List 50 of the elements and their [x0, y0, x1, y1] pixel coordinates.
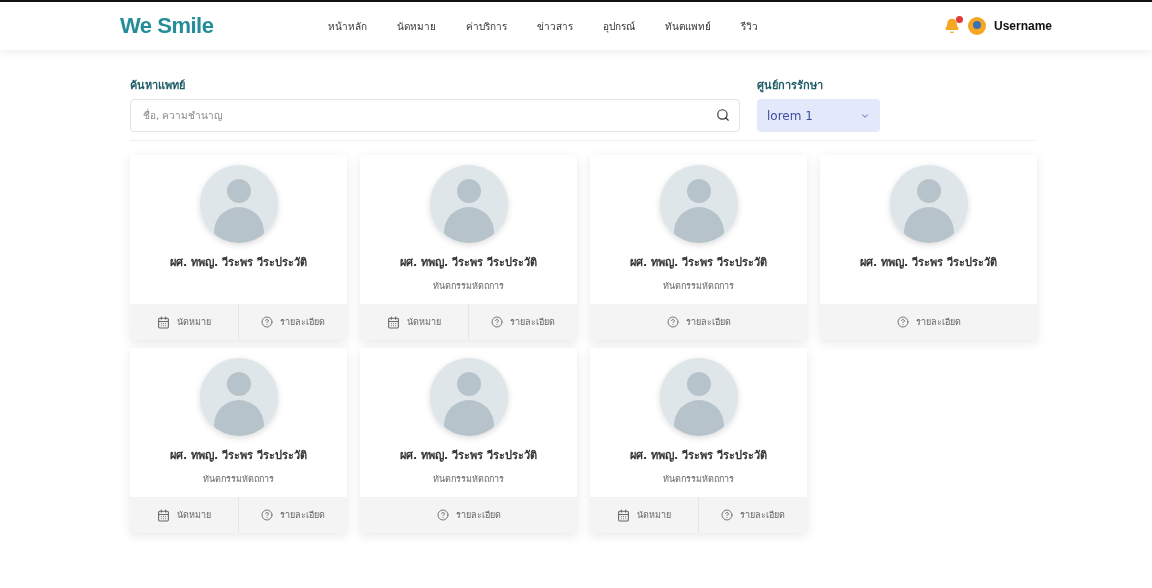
search-icon[interactable]: [716, 108, 730, 122]
center-label: ศูนย์การรักษา: [757, 78, 824, 94]
center-select[interactable]: lorem 1: [757, 99, 880, 132]
doctor-name: ผศ. ทพญ. วีระพร วีระประวัติ: [400, 255, 537, 271]
details-button[interactable]: รายละเอียด: [238, 304, 347, 340]
nav-link[interactable]: ข่าวสาร: [537, 18, 573, 34]
details-button[interactable]: รายละเอียด: [590, 304, 807, 340]
nav-link[interactable]: นัดหมาย: [397, 18, 436, 34]
details-button[interactable]: รายละเอียด: [698, 497, 807, 533]
help-icon: [666, 316, 679, 328]
notification-bell-icon[interactable]: [943, 18, 960, 34]
nav-link[interactable]: ทันตแพทย์: [665, 18, 711, 34]
doctor-specialty: ทันตกรรมหัตถการ: [433, 280, 504, 293]
calendar-icon: [617, 508, 630, 522]
search-label: ค้นหาแพทย์: [130, 78, 186, 94]
doctor-specialty: ทันตกรรมหัตถการ: [663, 280, 734, 293]
search-field[interactable]: ชื่อ, ความชำนาญ: [130, 99, 740, 132]
help-icon: [491, 316, 503, 328]
doctor-name: ผศ. ทพญ. วีระพร วีระประวัติ: [400, 448, 537, 464]
help-icon: [261, 316, 273, 328]
details-button[interactable]: รายละเอียด: [238, 497, 347, 533]
nav-link[interactable]: ค่าบริการ: [466, 18, 507, 34]
doctor-specialty: ทันตกรรมหัตถการ: [433, 473, 504, 486]
details-button[interactable]: รายละเอียด: [468, 304, 577, 340]
appointment-button[interactable]: นัดหมาย: [130, 497, 238, 533]
calendar-icon: [157, 508, 170, 522]
doctor-name: ผศ. ทพญ. วีระพร วีระประวัติ: [630, 448, 767, 464]
doctor-name: ผศ. ทพญ. วีระพร วีระประวัติ: [630, 255, 767, 271]
nav-link[interactable]: รีวิว: [741, 18, 758, 34]
help-icon: [896, 316, 909, 328]
logo[interactable]: We Smile: [120, 13, 320, 39]
nav-link[interactable]: อุปกรณ์: [603, 18, 635, 34]
nav-link[interactable]: หน้าหลัก: [328, 18, 367, 34]
appointment-button[interactable]: นัดหมาย: [130, 304, 238, 340]
doctor-name: ผศ. ทพญ. วีระพร วีระประวัติ: [860, 255, 997, 271]
username[interactable]: Username: [993, 19, 1052, 33]
calendar-icon: [157, 315, 170, 329]
appointment-button[interactable]: นัดหมาย: [360, 304, 468, 340]
help-icon: [436, 509, 449, 521]
doctor-specialty: ทันตกรรมหัตถการ: [663, 473, 734, 486]
avatar[interactable]: [967, 17, 986, 35]
doctor-specialty: ทันตกรรมหัตถการ: [203, 473, 274, 486]
help-icon: [261, 509, 273, 521]
doctor-name: ผศ. ทพญ. วีระพร วีระประวัติ: [170, 448, 307, 464]
appointment-button[interactable]: นัดหมาย: [590, 497, 698, 533]
details-button[interactable]: รายละเอียด: [360, 497, 577, 533]
details-button[interactable]: รายละเอียด: [820, 304, 1037, 340]
doctor-name: ผศ. ทพญ. วีระพร วีระประวัติ: [170, 255, 307, 271]
help-icon: [721, 509, 733, 521]
calendar-icon: [387, 315, 400, 329]
